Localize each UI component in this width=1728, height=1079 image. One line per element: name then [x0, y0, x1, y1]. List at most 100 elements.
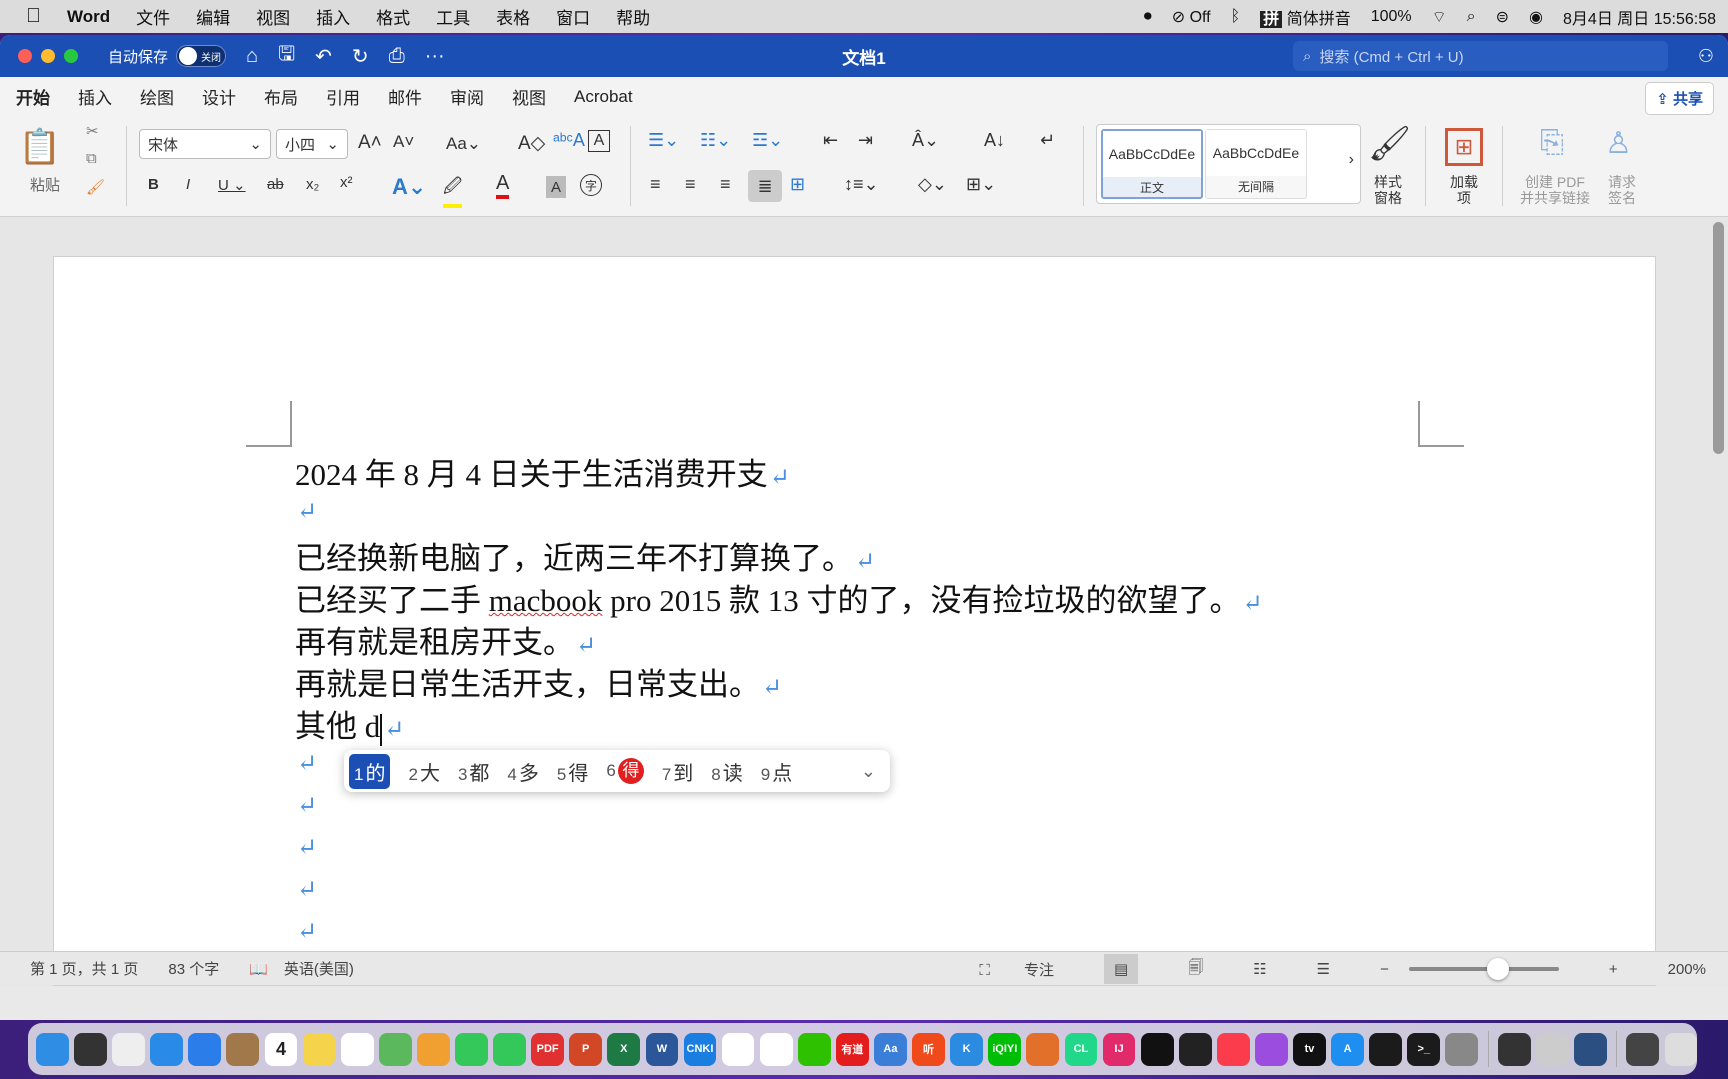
- italic-button[interactable]: I: [186, 176, 190, 193]
- request-signature-label[interactable]: 请求 签名: [1594, 174, 1650, 206]
- ime-indicator[interactable]: 拼 简体拼音: [1260, 5, 1351, 29]
- borders-icon[interactable]: ⊞⌄: [966, 174, 996, 195]
- create-pdf-label[interactable]: 创建 PDF 并共享链接: [1515, 174, 1595, 206]
- dock-quicktime-icon[interactable]: [1574, 1032, 1607, 1066]
- subscript-button[interactable]: x₂: [306, 176, 319, 193]
- autosave-toggle[interactable]: 关闭: [176, 45, 227, 67]
- dock-notes-icon[interactable]: [302, 1032, 336, 1066]
- request-signature-icon[interactable]: ♙: [1605, 126, 1632, 161]
- dock-capcut-icon[interactable]: [1140, 1032, 1174, 1066]
- print-icon[interactable]: ⎙: [389, 45, 405, 68]
- distributed-icon[interactable]: ⊞: [790, 174, 805, 195]
- dock-matlab-icon[interactable]: [1026, 1032, 1060, 1066]
- font-color-icon[interactable]: A: [496, 172, 510, 199]
- document-line[interactable]: ↵: [295, 785, 317, 821]
- tab-9[interactable]: Acrobat: [574, 83, 633, 111]
- zoom-in-button[interactable]: +: [1609, 961, 1618, 978]
- dock-photos-icon[interactable]: [416, 1032, 450, 1066]
- tab-6[interactable]: 邮件: [388, 80, 422, 113]
- ime-expand-icon[interactable]: ⌄: [861, 761, 876, 782]
- underline-button[interactable]: U ⌄: [218, 176, 246, 194]
- focus-mode-button[interactable]: ⛶ 专注: [979, 959, 1054, 980]
- dock-terminal-icon[interactable]: >_: [1407, 1032, 1441, 1066]
- document-line[interactable]: 再就是日常生活开支，日常支出。↵: [295, 659, 782, 704]
- shading-icon[interactable]: ◇⌄: [918, 174, 947, 195]
- menu-7[interactable]: 窗口: [556, 4, 590, 29]
- undo-icon[interactable]: ↶: [315, 44, 332, 69]
- bold-button[interactable]: B: [148, 176, 159, 193]
- styles-pane-label[interactable]: 样式 窗格: [1360, 174, 1416, 206]
- dock-maps-icon[interactable]: [378, 1032, 412, 1066]
- ime-candidate[interactable]: 2大: [408, 757, 439, 786]
- ime-candidate[interactable]: 4多: [507, 757, 538, 786]
- proofing-icon[interactable]: 📖: [249, 960, 268, 978]
- draft-view-icon[interactable]: ☰: [1317, 960, 1330, 978]
- ime-candidate[interactable]: 9点: [761, 757, 792, 786]
- dock-youdao-icon[interactable]: 有道: [835, 1032, 869, 1066]
- close-button[interactable]: [18, 49, 32, 63]
- dock-baidu-netdisk-icon[interactable]: [721, 1032, 755, 1066]
- dock-automator-icon[interactable]: [1535, 1032, 1569, 1066]
- dock-music-icon[interactable]: [1216, 1032, 1250, 1066]
- dock-wechat-icon[interactable]: [797, 1032, 831, 1066]
- document-line[interactable]: ↵: [295, 491, 317, 527]
- dock-contacts-icon[interactable]: [226, 1032, 260, 1066]
- style-0[interactable]: AaBbCcDdEe 正文: [1101, 129, 1203, 199]
- wifi-icon[interactable]: ⌔: [1432, 7, 1447, 27]
- tab-2[interactable]: 绘图: [140, 80, 174, 113]
- dock-calendar-icon[interactable]: 4: [264, 1032, 298, 1066]
- zoom-slider-thumb[interactable]: [1486, 958, 1509, 980]
- cut-icon[interactable]: ✂: [86, 122, 99, 140]
- increase-indent-icon[interactable]: ⇥: [858, 130, 873, 151]
- control-center-icon[interactable]: ⊜: [1496, 7, 1509, 27]
- character-border-icon[interactable]: A: [588, 130, 610, 152]
- font-size-select[interactable]: 小四 ⌄: [276, 129, 348, 159]
- ime-candidate[interactable]: 1的: [349, 753, 391, 789]
- tab-3[interactable]: 设计: [202, 80, 236, 113]
- tab-1[interactable]: 插入: [78, 80, 112, 113]
- print-layout-icon[interactable]: ▤: [1104, 954, 1139, 984]
- tab-7[interactable]: 审阅: [450, 80, 484, 113]
- menu-1[interactable]: 编辑: [196, 4, 230, 29]
- document-line[interactable]: ↵: [295, 911, 317, 947]
- dock-messages-icon[interactable]: [455, 1032, 488, 1066]
- ime-candidate[interactable]: 7到: [662, 757, 693, 786]
- dock-appletv-icon[interactable]: tv: [1293, 1032, 1326, 1066]
- menu-3[interactable]: 插入: [316, 4, 350, 29]
- vertical-scrollbar[interactable]: [1713, 222, 1724, 454]
- tab-4[interactable]: 布局: [264, 80, 298, 113]
- dock-trash-icon[interactable]: [1664, 1032, 1698, 1066]
- dock-qq-icon[interactable]: [759, 1032, 793, 1066]
- dock-siri-icon[interactable]: [74, 1032, 107, 1066]
- menu-4[interactable]: 格式: [376, 4, 410, 29]
- document-line[interactable]: ↵: [295, 743, 317, 779]
- show-marks-icon[interactable]: ↵: [1040, 130, 1055, 151]
- dock-dictionary-icon[interactable]: Aa: [874, 1032, 907, 1066]
- dock-safari-icon[interactable]: [150, 1032, 184, 1066]
- styles-pane-icon[interactable]: 🖌: [1368, 124, 1411, 164]
- change-case-button[interactable]: Aa ⌄: [446, 134, 481, 154]
- dock-calculator-icon[interactable]: [1497, 1032, 1531, 1066]
- grow-font-icon[interactable]: A˄: [358, 132, 382, 154]
- text-effects-icon[interactable]: A⌄: [392, 174, 426, 200]
- dock-ting-icon[interactable]: 听: [912, 1032, 945, 1066]
- menu-0[interactable]: 文件: [136, 4, 170, 29]
- dock-system-settings-icon[interactable]: [1445, 1032, 1479, 1066]
- format-painter-icon[interactable]: 🖌: [86, 178, 105, 196]
- ime-candidate[interactable]: 6得: [606, 758, 644, 784]
- document-line[interactable]: 其他 d ↵: [295, 701, 404, 746]
- document-line[interactable]: ↵: [295, 869, 317, 905]
- addins-label[interactable]: 加载 项: [1436, 174, 1492, 206]
- home-icon[interactable]: ⌂: [246, 45, 258, 68]
- highlight-icon[interactable]: 🖉: [443, 174, 463, 208]
- focus-status[interactable]: ⊘ Off: [1172, 7, 1211, 27]
- character-shading-icon[interactable]: A: [546, 176, 566, 198]
- dock-kugou-icon[interactable]: K: [950, 1032, 984, 1066]
- misspelled-word[interactable]: macbook: [489, 583, 603, 618]
- page-count[interactable]: 第 1 页，共 1 页: [30, 958, 138, 979]
- zoom-button[interactable]: [64, 49, 78, 63]
- numbering-icon[interactable]: ☷⌄: [700, 130, 731, 151]
- zoom-slider[interactable]: [1408, 958, 1559, 980]
- more-icon[interactable]: ···: [425, 45, 445, 68]
- copy-icon[interactable]: ⧉: [86, 150, 97, 167]
